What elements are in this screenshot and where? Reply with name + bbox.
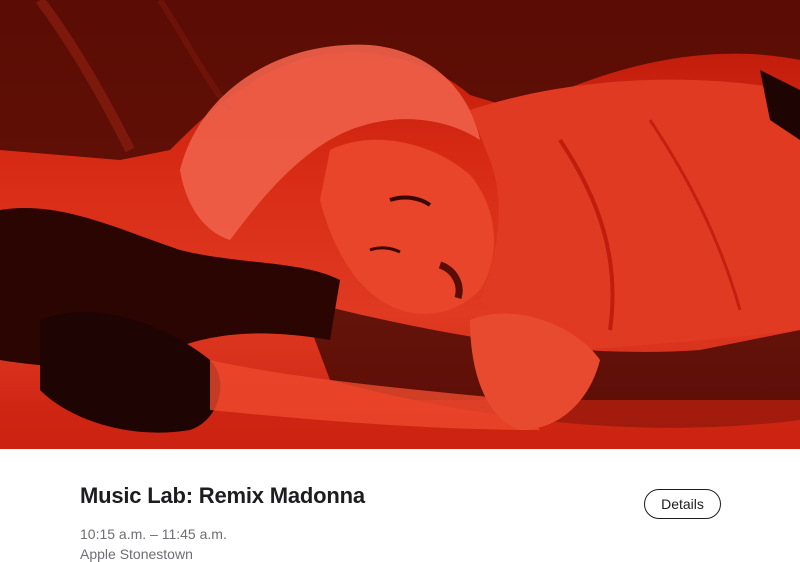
hero-photo-illustration [0,0,800,449]
hero-image [0,0,800,449]
event-title: Music Lab: Remix Madonna [80,483,365,508]
event-card: Music Lab: Remix Madonna 10:15 a.m. – 11… [0,0,800,562]
details-button[interactable]: Details [644,489,721,519]
event-time: 10:15 a.m. – 11:45 a.m. [80,526,227,542]
event-location: Apple Stonestown [80,546,193,562]
